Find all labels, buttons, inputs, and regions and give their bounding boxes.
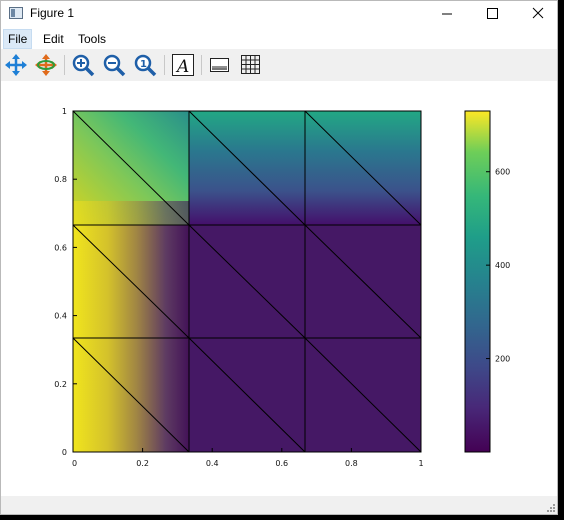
svg-text:1: 1 [140,59,147,70]
resize-grip-icon[interactable] [547,504,555,512]
x-tick-label: 1 [418,459,423,468]
figure-canvas: 0 0.2 0.4 0.6 0.8 1 0 0.2 0.4 0.6 0.8 1 200 400 600 [54,107,510,468]
menu-tools[interactable]: Tools [74,30,110,48]
pan-icon [5,54,27,76]
x-tick-label: 0.4 [206,459,219,468]
maximize-button[interactable] [470,1,514,27]
menu-file-label: File [8,32,28,46]
x-tick-label: 0.2 [136,459,149,468]
grid-icon [241,55,260,74]
colorbar-icon [210,58,229,72]
x-tick-label: 0.8 [345,459,358,468]
window-title: Figure 1 [30,6,75,20]
y-tick-label: 0.6 [54,243,67,252]
grid-button[interactable] [238,52,264,78]
menu-tools-label: Tools [78,32,107,46]
toolbar-separator [201,55,202,75]
zoom-out-icon [103,54,126,77]
maximize-icon [487,8,498,19]
pan-button[interactable] [3,52,29,78]
minimize-button[interactable] [425,1,469,27]
colorbar-tick-label: 400 [495,261,510,270]
text-button[interactable]: A [170,52,196,78]
menu-file[interactable]: File [3,29,33,49]
x-tick-label: 0.6 [275,459,288,468]
close-button[interactable] [515,1,559,27]
zoom-reset-icon: 1 [134,54,157,77]
toolbar-separator [64,55,65,75]
menu-edit[interactable]: Edit [39,30,68,48]
zoom-reset-button[interactable]: 1 [132,52,158,78]
toolbar-separator [164,55,165,75]
colorbar-button[interactable] [207,52,233,78]
plot-area[interactable]: 0 0.2 0.4 0.6 0.8 1 0 0.2 0.4 0.6 0.8 1 200 400 600 [1,81,557,494]
svg-text:A: A [175,57,189,77]
toolbar: 1 A [1,49,557,81]
menu-bar: File Edit Tools [1,28,557,49]
y-tick-label: 0.8 [54,175,67,184]
colorbar-tick-label: 600 [495,168,510,177]
close-icon [532,7,544,19]
y-tick-label: 0.4 [54,312,67,321]
rotate-button[interactable] [33,52,59,78]
app-icon [9,7,23,19]
y-tick-label: 0 [62,448,67,457]
x-tick-label: 0 [72,459,77,468]
colorbar: 200 400 600 [464,110,510,453]
menu-edit-label: Edit [43,32,64,46]
zoom-out-button[interactable] [101,52,127,78]
colorbar-tick-label: 200 [495,355,510,364]
zoom-in-button[interactable] [70,52,96,78]
y-tick-label: 1 [62,107,67,116]
zoom-in-icon [72,54,95,77]
title-bar[interactable]: Figure 1 [1,1,557,28]
figure-window: Figure 1 File Edit Tools 1 A 0 0.2 0.4 0… [0,0,558,515]
text-icon: A [172,54,194,77]
y-tick-label: 0.2 [54,380,67,389]
rotate-icon [35,54,57,76]
status-bar [1,496,557,514]
minimize-icon [442,13,452,15]
